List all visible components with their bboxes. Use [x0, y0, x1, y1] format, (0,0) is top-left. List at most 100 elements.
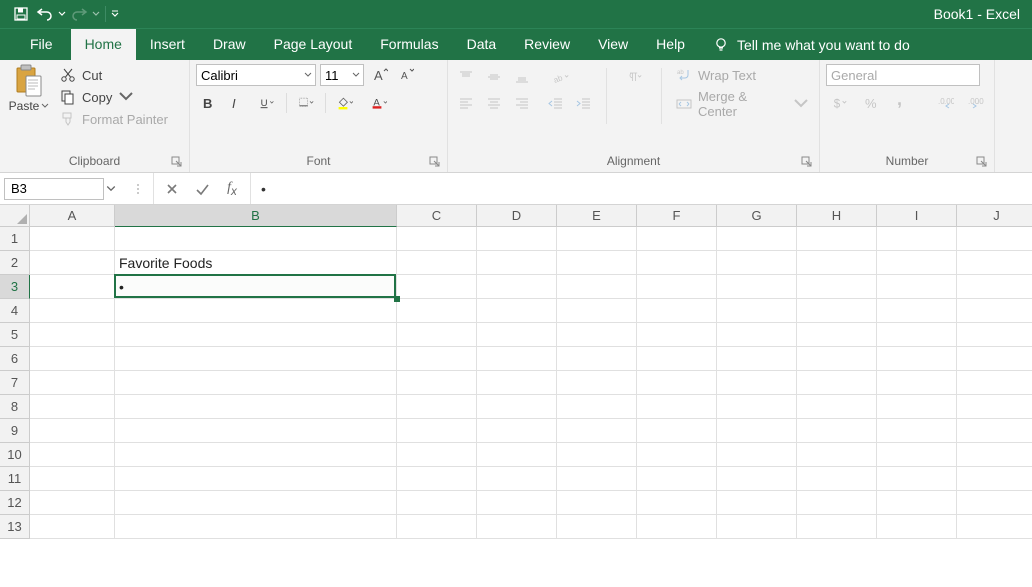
cell-E8[interactable] [557, 395, 637, 419]
row-header-13[interactable]: 13 [0, 515, 30, 539]
cell-E4[interactable] [557, 299, 637, 323]
cell-H5[interactable] [797, 323, 877, 347]
cell-H7[interactable] [797, 371, 877, 395]
align-right-button[interactable] [510, 92, 534, 114]
align-top-button[interactable] [454, 66, 478, 88]
cell-J10[interactable] [957, 443, 1032, 467]
cell-F9[interactable] [637, 419, 717, 443]
row-header-6[interactable]: 6 [0, 347, 30, 371]
cell-G8[interactable] [717, 395, 797, 419]
cell-D8[interactable] [477, 395, 557, 419]
increase-indent-button[interactable] [572, 92, 596, 114]
cut-button[interactable]: Cut [56, 66, 172, 84]
fill-color-button[interactable] [330, 92, 360, 114]
cell-F4[interactable] [637, 299, 717, 323]
cell-I1[interactable] [877, 227, 957, 251]
cell-A13[interactable] [30, 515, 115, 539]
enter-formula-button[interactable] [190, 178, 214, 200]
tab-view[interactable]: View [584, 29, 642, 60]
cell-E2[interactable] [557, 251, 637, 275]
cell-D13[interactable] [477, 515, 557, 539]
cell-F8[interactable] [637, 395, 717, 419]
cell-F10[interactable] [637, 443, 717, 467]
cell-H9[interactable] [797, 419, 877, 443]
cell-A9[interactable] [30, 419, 115, 443]
cell-G2[interactable] [717, 251, 797, 275]
cell-I4[interactable] [877, 299, 957, 323]
dialog-launcher-icon[interactable] [801, 156, 813, 168]
tell-me-search[interactable]: Tell me what you want to do [699, 30, 924, 60]
row-header-9[interactable]: 9 [0, 419, 30, 443]
formula-input[interactable]: • [251, 173, 1032, 204]
dialog-launcher-icon[interactable] [171, 156, 183, 168]
borders-button[interactable] [291, 92, 321, 114]
cell-D5[interactable] [477, 323, 557, 347]
cell-H13[interactable] [797, 515, 877, 539]
cell-G3[interactable] [717, 275, 797, 299]
column-header-B[interactable]: B [115, 205, 397, 227]
tab-review[interactable]: Review [510, 29, 584, 60]
cell-F7[interactable] [637, 371, 717, 395]
decrease-indent-button[interactable] [544, 92, 568, 114]
cell-D4[interactable] [477, 299, 557, 323]
tab-help[interactable]: Help [642, 29, 699, 60]
cell-C2[interactable] [397, 251, 477, 275]
align-left-button[interactable] [454, 92, 478, 114]
cell-E1[interactable] [557, 227, 637, 251]
italic-button[interactable]: I [224, 92, 248, 114]
cell-B11[interactable] [115, 467, 397, 491]
cell-I5[interactable] [877, 323, 957, 347]
cell-I8[interactable] [877, 395, 957, 419]
cell-J2[interactable] [957, 251, 1032, 275]
cell-H1[interactable] [797, 227, 877, 251]
cell-D11[interactable] [477, 467, 557, 491]
cell-G9[interactable] [717, 419, 797, 443]
cell-D6[interactable] [477, 347, 557, 371]
cell-H3[interactable] [797, 275, 877, 299]
align-middle-button[interactable] [482, 66, 506, 88]
cell-A10[interactable] [30, 443, 115, 467]
wrap-text-button[interactable]: ab Wrap Text [672, 66, 813, 84]
cell-J3[interactable] [957, 275, 1032, 299]
cell-J8[interactable] [957, 395, 1032, 419]
cell-J1[interactable] [957, 227, 1032, 251]
cell-I6[interactable] [877, 347, 957, 371]
cell-A2[interactable] [30, 251, 115, 275]
cell-G1[interactable] [717, 227, 797, 251]
cell-B8[interactable] [115, 395, 397, 419]
accounting-format-button[interactable]: $ [826, 92, 854, 114]
row-header-5[interactable]: 5 [0, 323, 30, 347]
cell-J5[interactable] [957, 323, 1032, 347]
qat-customize-icon[interactable] [111, 10, 119, 18]
tab-file[interactable]: File [12, 29, 71, 60]
cell-G13[interactable] [717, 515, 797, 539]
cell-I7[interactable] [877, 371, 957, 395]
bold-button[interactable]: B [196, 92, 220, 114]
cell-C6[interactable] [397, 347, 477, 371]
font-name-combo[interactable] [196, 64, 316, 86]
cell-E13[interactable] [557, 515, 637, 539]
cell-G11[interactable] [717, 467, 797, 491]
column-header-F[interactable]: F [637, 205, 717, 227]
paste-button[interactable]: Paste [6, 64, 52, 114]
cell-H8[interactable] [797, 395, 877, 419]
font-color-button[interactable]: A [364, 92, 394, 114]
cell-F3[interactable] [637, 275, 717, 299]
row-header-12[interactable]: 12 [0, 491, 30, 515]
cell-I10[interactable] [877, 443, 957, 467]
cell-C10[interactable] [397, 443, 477, 467]
cell-A8[interactable] [30, 395, 115, 419]
insert-function-button[interactable]: fx [220, 178, 244, 200]
increase-font-button[interactable]: A [368, 64, 392, 86]
cell-B2[interactable]: Favorite Foods [115, 251, 397, 275]
cell-E7[interactable] [557, 371, 637, 395]
tab-home[interactable]: Home [71, 29, 136, 60]
align-center-button[interactable] [482, 92, 506, 114]
cell-A7[interactable] [30, 371, 115, 395]
dialog-launcher-icon[interactable] [429, 156, 441, 168]
column-header-H[interactable]: H [797, 205, 877, 227]
column-header-A[interactable]: A [30, 205, 115, 227]
column-header-J[interactable]: J [957, 205, 1032, 227]
cell-C4[interactable] [397, 299, 477, 323]
cell-A3[interactable] [30, 275, 115, 299]
